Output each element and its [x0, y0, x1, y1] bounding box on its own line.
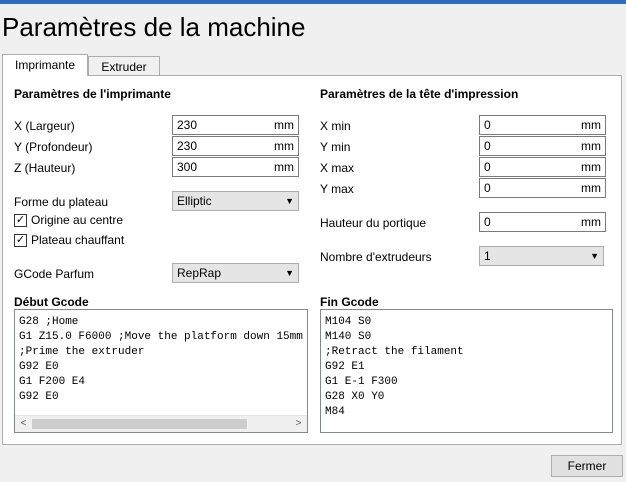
close-button[interactable]: Fermer [551, 455, 623, 477]
horizontal-scrollbar[interactable]: < > [15, 415, 307, 432]
y-depth-label: Y (Profondeur) [14, 140, 93, 154]
gantry-height-unit: mm [581, 215, 601, 229]
z-height-unit: mm [274, 160, 294, 174]
gcode-flavor-value: RepRap [177, 266, 222, 280]
checkbox-check-icon: ✓ [14, 213, 27, 227]
x-max-unit: mm [581, 160, 601, 174]
heated-bed-label: Plateau chauffant [31, 233, 125, 247]
y-max-input[interactable]: 0 mm [479, 178, 606, 198]
gcode-flavor-label: GCode Parfum [14, 267, 95, 281]
origin-center-checkbox[interactable]: ✓ Origine au centre [14, 213, 123, 227]
code-line: G28 ;Home [19, 316, 79, 328]
x-max-input[interactable]: 0 mm [479, 157, 606, 177]
y-min-label: Y min [320, 140, 351, 154]
y-depth-input[interactable]: 230 mm [172, 136, 299, 156]
origin-center-label: Origine au centre [31, 213, 124, 227]
window-title: Paramètres de la machine [2, 12, 306, 42]
chevron-down-icon: ▼ [285, 196, 294, 206]
printer-settings-heading: Paramètres de l'imprimante [14, 87, 171, 101]
scroll-left-icon[interactable]: < [15, 419, 32, 430]
x-width-input[interactable]: 230 mm [172, 115, 299, 135]
checkbox-check-icon: ✓ [14, 233, 27, 247]
y-depth-unit: mm [274, 139, 294, 153]
y-min-unit: mm [581, 139, 601, 153]
code-line: G28 X0 Y0 [325, 391, 385, 403]
code-line: M84 [325, 406, 345, 418]
y-min-value: 0 [484, 139, 491, 153]
gantry-height-label: Hauteur du portique [320, 216, 427, 230]
scroll-right-icon[interactable]: > [290, 419, 307, 430]
scrollbar-thumb[interactable] [32, 419, 247, 429]
code-line: M140 S0 [325, 331, 372, 343]
bed-shape-label: Forme du plateau [14, 195, 109, 209]
extruder-count-value: 1 [484, 249, 491, 263]
tab-extruder[interactable]: Extruder [88, 56, 160, 76]
code-line: G1 E-1 F300 [325, 376, 398, 388]
end-gcode-heading: Fin Gcode [320, 295, 379, 309]
end-gcode-text: M104 S0 M140 S0 ;Retract the filament G92 E… [321, 310, 612, 425]
code-line: G1 F200 E4 [19, 376, 86, 388]
heated-bed-checkbox[interactable]: ✓ Plateau chauffant [14, 233, 124, 247]
extruder-count-select[interactable]: 1 ▼ [479, 246, 604, 266]
gantry-height-input[interactable]: 0 mm [479, 212, 606, 232]
y-max-unit: mm [581, 181, 601, 195]
start-gcode-editor[interactable]: G28 ;Home G1 Z15.0 F6000 ;Move the platfo… [14, 309, 308, 433]
z-height-label: Z (Hauteur) [14, 161, 76, 175]
tab-imprimante[interactable]: Imprimante [2, 54, 88, 76]
start-gcode-heading: Début Gcode [14, 295, 89, 309]
code-line: M104 S0 [325, 316, 372, 328]
code-line: G1 Z15.0 F6000 ;Move the platform down 1… [19, 331, 303, 343]
code-line: ;Prime the extruder [19, 346, 145, 358]
x-width-value: 230 [177, 118, 198, 132]
x-max-value: 0 [484, 160, 491, 174]
gcode-flavor-select[interactable]: RepRap ▼ [172, 263, 299, 283]
x-width-unit: mm [274, 118, 294, 132]
gantry-height-value: 0 [484, 215, 491, 229]
x-width-label: X (Largeur) [14, 119, 75, 133]
y-max-label: Y max [320, 182, 354, 196]
x-min-input[interactable]: 0 mm [479, 115, 606, 135]
scrollbar-track[interactable] [32, 416, 290, 432]
code-line: G92 E1 [325, 361, 365, 373]
code-line: G92 E0 [19, 361, 59, 373]
y-max-value: 0 [484, 181, 491, 195]
start-gcode-text: G28 ;Home G1 Z15.0 F6000 ;Move the platfo… [15, 310, 307, 410]
x-min-value: 0 [484, 118, 491, 132]
z-height-value: 300 [177, 160, 198, 174]
chevron-down-icon: ▼ [590, 251, 599, 261]
title-accent-bar [0, 0, 626, 4]
chevron-down-icon: ▼ [285, 268, 294, 278]
x-max-label: X max [320, 161, 355, 175]
bed-shape-value: Elliptic [177, 194, 212, 208]
x-min-unit: mm [581, 118, 601, 132]
head-settings-heading: Paramètres de la tête d'impression [320, 87, 519, 101]
z-height-input[interactable]: 300 mm [172, 157, 299, 177]
y-depth-value: 230 [177, 139, 198, 153]
x-min-label: X min [320, 119, 351, 133]
y-min-input[interactable]: 0 mm [479, 136, 606, 156]
extruder-count-label: Nombre d'extrudeurs [320, 250, 432, 264]
bed-shape-select[interactable]: Elliptic ▼ [172, 191, 299, 211]
end-gcode-editor[interactable]: M104 S0 M140 S0 ;Retract the filament G92 E… [320, 309, 613, 433]
code-line: ;Retract the filament [325, 346, 464, 358]
code-line: G92 E0 [19, 391, 59, 403]
